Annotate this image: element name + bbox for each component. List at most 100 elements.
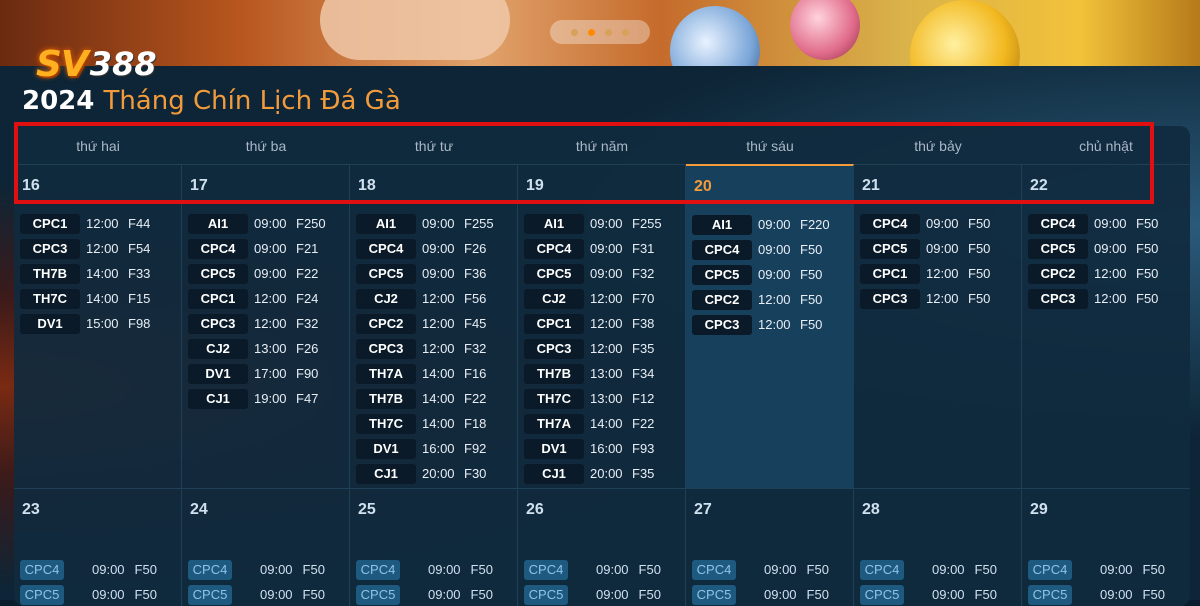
- event-row[interactable]: AI1 09:00 F255: [356, 211, 513, 236]
- event-row[interactable]: CPC5 09:00 F22: [188, 261, 345, 286]
- event-row[interactable]: CPC3 12:00 F32: [356, 336, 513, 361]
- promo-banner[interactable]: [0, 0, 1200, 66]
- calendar-day-cell[interactable]: 17 AI1 09:00 F250 CPC4 09:00 F21 CPC5 09:00 F22 CP…: [182, 164, 350, 488]
- event-row[interactable]: CPC4 09:00 F31: [524, 236, 681, 261]
- event-row[interactable]: CPC5 09:00 F32: [524, 261, 681, 286]
- calendar-week: 23CPC409:00F50CPC509:00F50CPC112:00F5024…: [14, 488, 1190, 606]
- event-row[interactable]: CPC2 12:00 F45: [356, 311, 513, 336]
- event-time: 13:00: [590, 366, 623, 381]
- event-row[interactable]: CPC4 09:00 F50: [692, 557, 849, 582]
- fight-count: F32: [464, 341, 487, 356]
- calendar-day-cell[interactable]: 16 CPC1 12:00 F44 CPC3 12:00 F54 TH7B 14:00 F33 TH…: [14, 164, 182, 488]
- event-row[interactable]: CPC5 09:00 F50: [692, 582, 849, 606]
- calendar-day-cell[interactable]: 23CPC409:00F50CPC509:00F50CPC112:00F50: [14, 488, 182, 606]
- event-row[interactable]: DV1 16:00 F93: [524, 436, 681, 461]
- calendar-day-cell[interactable]: 27CPC409:00F50CPC509:00F50CPC212:00F50: [686, 488, 854, 606]
- calendar-day-cell[interactable]: 24CPC409:00F50CPC509:00F50CPC112:00F50: [182, 488, 350, 606]
- event-row[interactable]: CPC4 09:00 F50: [20, 557, 177, 582]
- event-row[interactable]: CPC3 12:00 F32: [188, 311, 345, 336]
- event-row[interactable]: CPC5 09:00 F50: [860, 236, 1017, 261]
- event-row[interactable]: TH7A 14:00 F22: [524, 411, 681, 436]
- event-row[interactable]: CPC3 12:00 F35: [524, 336, 681, 361]
- event-time: 14:00: [422, 416, 455, 431]
- event-row[interactable]: CPC1 12:00 F24: [188, 286, 345, 311]
- carousel-dot[interactable]: [622, 28, 629, 36]
- event-row[interactable]: TH7B 13:00 F34: [524, 361, 681, 386]
- calendar-day-cell[interactable]: 25CPC409:00F50CPC509:00F50CPC212:00F50: [350, 488, 518, 606]
- calendar-day-cell[interactable]: 29CPC409:00F50CPC509:00F50CPC212:00F50: [1022, 488, 1190, 606]
- event-row[interactable]: CPC1 12:00 F38: [524, 311, 681, 336]
- event-row[interactable]: CJ2 12:00 F56: [356, 286, 513, 311]
- event-time: 12:00: [590, 291, 623, 306]
- event-row[interactable]: CPC5 09:00 F50: [356, 582, 513, 606]
- arena-code-badge: CPC5: [1028, 238, 1088, 259]
- brand-logo[interactable]: SV 388: [36, 40, 157, 88]
- event-row[interactable]: CJ1 19:00 F47: [188, 386, 345, 411]
- calendar-day-cell[interactable]: 18 AI1 09:00 F255 CPC4 09:00 F26 CPC5 09:00 F36 CJ…: [350, 164, 518, 488]
- event-row[interactable]: TH7B 14:00 F22: [356, 386, 513, 411]
- event-row[interactable]: CPC4 09:00 F50: [860, 557, 1017, 582]
- event-list: CPC409:00F50CPC509:00F50CPC212:00F50: [356, 557, 513, 606]
- fight-count: F50: [1136, 266, 1159, 281]
- event-row[interactable]: CPC4 09:00 F50: [356, 557, 513, 582]
- event-row[interactable]: DV1 17:00 F90: [188, 361, 345, 386]
- event-row[interactable]: CJ2 12:00 F70: [524, 286, 681, 311]
- event-row[interactable]: CPC5 09:00 F50: [1028, 582, 1186, 606]
- event-row[interactable]: CPC3 12:00 F50: [692, 312, 849, 337]
- event-row[interactable]: CPC1 12:00 F50: [860, 261, 1017, 286]
- event-row[interactable]: TH7A 14:00 F16: [356, 361, 513, 386]
- event-row[interactable]: CPC5 09:00 F50: [20, 582, 177, 606]
- event-row[interactable]: CPC2 12:00 F50: [1028, 261, 1186, 286]
- event-row[interactable]: CPC3 12:00 F54: [20, 236, 177, 261]
- arena-code-badge: CPC3: [692, 314, 752, 335]
- carousel-dot[interactable]: [605, 28, 612, 36]
- calendar-day-cell[interactable]: 19 AI1 09:00 F255 CPC4 09:00 F31 CPC5 09:00 F32 CJ…: [518, 164, 686, 488]
- calendar-day-cell[interactable]: 22 CPC4 09:00 F50 CPC5 09:00 F50 CPC2 12:00 F50 CP…: [1022, 164, 1190, 488]
- event-row[interactable]: CJ2 13:00 F26: [188, 336, 345, 361]
- event-row[interactable]: CPC5 09:00 F50: [524, 582, 681, 606]
- event-row[interactable]: CPC4 09:00 F26: [356, 236, 513, 261]
- event-row[interactable]: TH7C 13:00 F12: [524, 386, 681, 411]
- event-row[interactable]: CPC3 12:00 F50: [860, 286, 1017, 311]
- event-row[interactable]: CPC1 12:00 F44: [20, 211, 177, 236]
- event-row[interactable]: CPC4 09:00 F50: [188, 557, 345, 582]
- event-row[interactable]: CPC3 12:00 F50: [1028, 286, 1186, 311]
- event-time: 12:00: [1094, 291, 1127, 306]
- event-row[interactable]: CPC4 09:00 F50: [524, 557, 681, 582]
- event-row[interactable]: CPC5 09:00 F50: [860, 582, 1017, 606]
- event-row[interactable]: CPC4 09:00 F50: [860, 211, 1017, 236]
- carousel-dot[interactable]: [571, 28, 578, 36]
- event-row[interactable]: AI1 09:00 F220: [692, 212, 849, 237]
- arena-code-badge: CPC4: [1028, 213, 1088, 234]
- carousel-dots[interactable]: [550, 20, 650, 44]
- arena-code-badge: CJ1: [356, 463, 416, 484]
- event-time: 09:00: [1100, 562, 1133, 577]
- event-row[interactable]: TH7C 14:00 F18: [356, 411, 513, 436]
- calendar-day-cell[interactable]: 20 AI1 09:00 F220 CPC4 09:00 F50 CPC5 09:00 F50 CP…: [686, 164, 854, 488]
- event-row[interactable]: CPC4 09:00 F50: [1028, 211, 1186, 236]
- calendar-day-cell[interactable]: 21 CPC4 09:00 F50 CPC5 09:00 F50 CPC1 12:00 F50 CP…: [854, 164, 1022, 488]
- event-list: CPC409:00F50CPC509:00F50CPC112:00F50: [20, 557, 177, 606]
- event-row[interactable]: CPC4 09:00 F50: [692, 237, 849, 262]
- event-row[interactable]: DV1 16:00 F92: [356, 436, 513, 461]
- event-row[interactable]: CPC5 09:00 F50: [692, 262, 849, 287]
- event-time: 13:00: [254, 341, 287, 356]
- event-time: 17:00: [254, 366, 287, 381]
- calendar-day-cell[interactable]: 28CPC409:00F50CPC509:00F50CPC112:00F50: [854, 488, 1022, 606]
- event-row[interactable]: CPC5 09:00 F50: [188, 582, 345, 606]
- carousel-dot-active[interactable]: [588, 28, 595, 36]
- event-row[interactable]: AI1 09:00 F255: [524, 211, 681, 236]
- calendar-day-cell[interactable]: 26CPC409:00F50CPC509:00F50CPC112:00F50: [518, 488, 686, 606]
- event-row[interactable]: DV1 15:00 F98: [20, 311, 177, 336]
- event-row[interactable]: CPC5 09:00 F50: [1028, 236, 1186, 261]
- event-row[interactable]: TH7C 14:00 F15: [20, 286, 177, 311]
- event-row[interactable]: AI1 09:00 F250: [188, 211, 345, 236]
- event-row[interactable]: CPC2 12:00 F50: [692, 287, 849, 312]
- event-row[interactable]: CPC4 09:00 F21: [188, 236, 345, 261]
- event-row[interactable]: CPC5 09:00 F36: [356, 261, 513, 286]
- event-row[interactable]: TH7B 14:00 F33: [20, 261, 177, 286]
- event-row[interactable]: CJ1 20:00 F30: [356, 461, 513, 486]
- event-row[interactable]: CJ1 20:00 F35: [524, 461, 681, 486]
- event-row[interactable]: CPC4 09:00 F50: [1028, 557, 1186, 582]
- fight-count: F31: [632, 241, 655, 256]
